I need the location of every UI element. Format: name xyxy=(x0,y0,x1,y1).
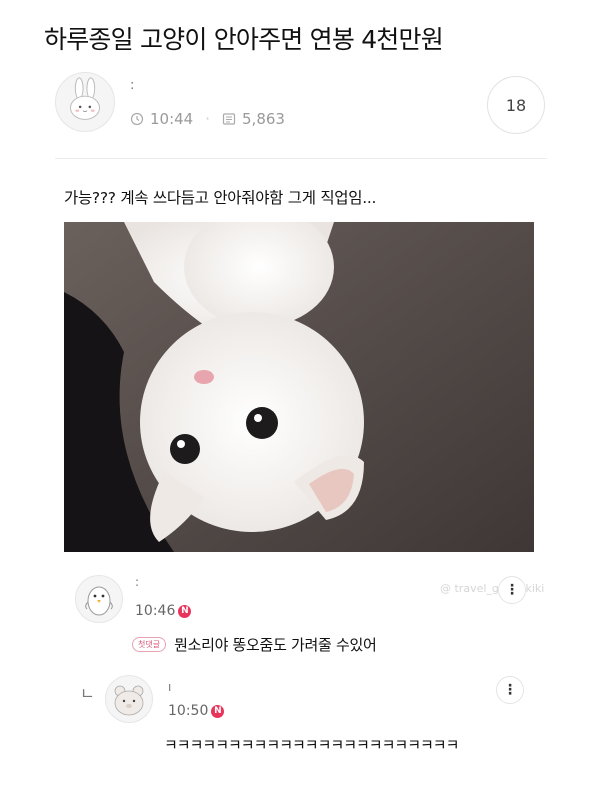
comment-2-time-row: 10:50 N xyxy=(168,703,225,719)
post-meta: 10:44 · 5,863 xyxy=(130,110,285,128)
cat-photo[interactable] xyxy=(64,222,534,552)
new-comment-icon: N xyxy=(211,704,225,718)
reply-indicator-icon: ㄴ xyxy=(80,684,95,703)
comment-count-button[interactable]: 18 xyxy=(487,76,545,134)
image-watermark: @ travel_ghibli.kiki xyxy=(440,582,545,595)
author-name[interactable]: : xyxy=(130,78,134,93)
comment-2-more-icon[interactable]: ⋮ xyxy=(496,676,524,704)
comment-2-author[interactable]: ı xyxy=(168,680,171,694)
post-meta-row: : 10:44 · 5,863 18 xyxy=(55,70,555,140)
comment-2-time: 10:50 xyxy=(168,703,209,719)
bunny-avatar-icon[interactable] xyxy=(55,72,115,132)
post-title: 하루종일 고양이 안아주면 연봉 4천만원 xyxy=(44,25,444,54)
comment-1-body: 첫댓글 뭔소리야 똥오줌도 가려줄 수있어 xyxy=(132,634,377,655)
header-divider xyxy=(55,158,547,159)
post-body: 가능??? 계속 쓰다듬고 안아줘야함 그게 직업임... xyxy=(64,189,377,207)
meta-separator: · xyxy=(205,110,211,128)
penguin-avatar-icon[interactable] xyxy=(75,575,123,623)
clock-icon xyxy=(130,112,144,126)
comment-1-time-row: 10:46 N xyxy=(135,603,192,619)
comment-1-more-icon[interactable]: ⋮ xyxy=(498,576,526,604)
comment-1-time: 10:46 xyxy=(135,603,176,619)
post-time: 10:44 xyxy=(150,110,194,128)
comment-2-text: ㅋㅋㅋㅋㅋㅋㅋㅋㅋㅋㅋㅋㅋㅋㅋㅋㅋㅋㅋㅋㅋㅋㅋ xyxy=(164,736,459,754)
bear-avatar-icon[interactable] xyxy=(105,675,153,723)
new-comment-icon: N xyxy=(178,604,192,618)
comment-1-text: 뭔소리야 똥오줌도 가려줄 수있어 xyxy=(174,636,377,654)
views-icon xyxy=(222,112,236,126)
comment-1-author[interactable]: : xyxy=(135,575,139,589)
view-count: 5,863 xyxy=(242,110,285,128)
first-comment-badge: 첫댓글 xyxy=(132,637,167,652)
